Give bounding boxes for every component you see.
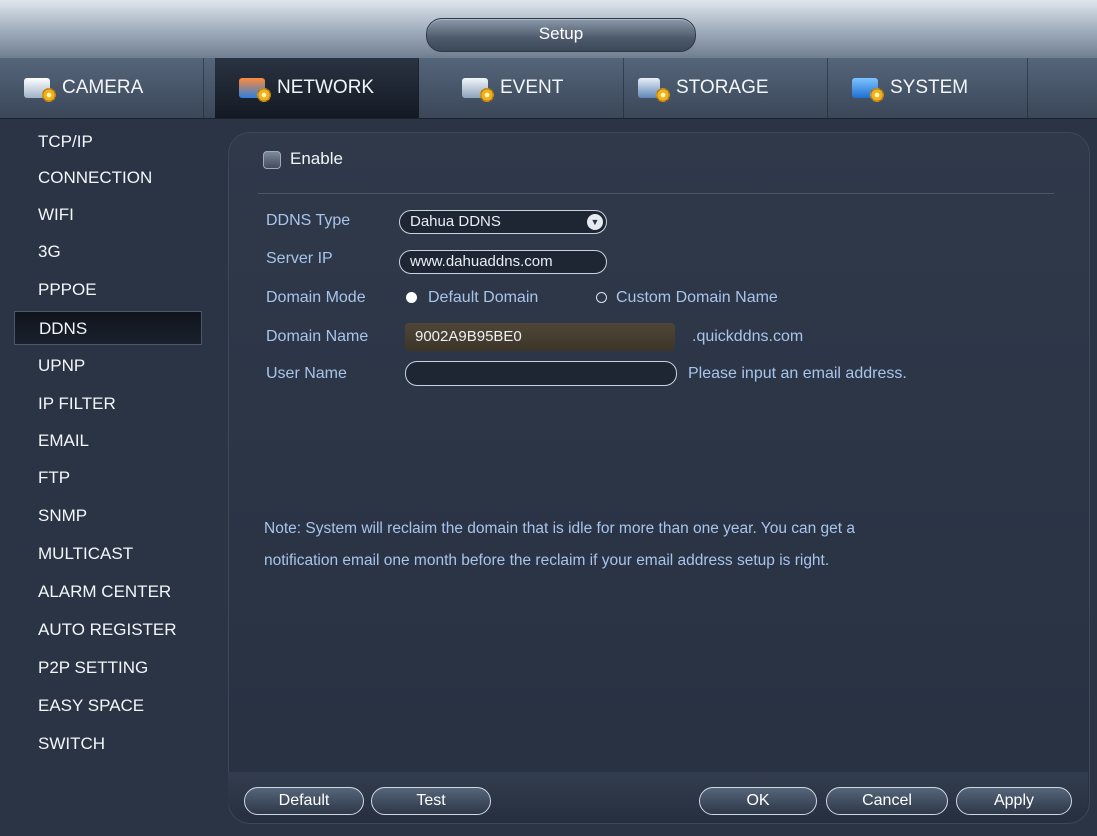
tab-system[interactable]: SYSTEM <box>828 58 1028 118</box>
title-bar: Setup <box>0 0 1097 59</box>
sidebar-item-easy-space[interactable]: EASY SPACE <box>26 689 200 723</box>
sidebar-item-ftp[interactable]: FTP <box>26 461 200 495</box>
tab-camera-label: CAMERA <box>62 77 144 98</box>
domain-suffix: .quickddns.com <box>692 328 804 345</box>
tab-camera[interactable]: CAMERA <box>0 58 204 118</box>
sidebar-item-auto-register[interactable]: AUTO REGISTER <box>26 613 200 647</box>
ok-button[interactable]: OK <box>699 787 817 815</box>
tab-network[interactable]: NETWORK <box>215 58 419 118</box>
sidebar-item-3g[interactable]: 3G <box>26 235 200 269</box>
default-button[interactable]: Default <box>244 787 364 815</box>
domain-name-field[interactable]: 9002A9B95BE0 <box>405 323 675 351</box>
sidebar-item-ddns[interactable]: DDNS <box>14 311 202 345</box>
default-domain-label: Default Domain <box>428 289 539 306</box>
sidebar-item-connection[interactable]: CONNECTION <box>26 161 200 195</box>
sidebar: TCP/IP CONNECTION WIFI 3G PPPOE DDNS UPN… <box>0 119 214 836</box>
custom-domain-radio[interactable] <box>596 292 607 303</box>
enable-label: Enable <box>290 149 343 168</box>
cancel-button[interactable]: Cancel <box>826 787 948 815</box>
network-settings-icon <box>237 74 271 102</box>
chevron-down-icon[interactable]: ▼ <box>587 214 603 230</box>
tab-event-label: EVENT <box>500 77 564 98</box>
user-name-input[interactable] <box>405 361 677 386</box>
ddns-type-label: DDNS Type <box>266 212 351 229</box>
sidebar-item-alarm-center[interactable]: ALARM CENTER <box>26 575 200 609</box>
main-tab-bar: CAMERA NETWORK EVENT STORAGE SYSTEM <box>0 58 1097 119</box>
domain-name-label: Domain Name <box>266 328 369 345</box>
ddns-type-select[interactable]: Dahua DDNS ▼ <box>399 210 607 234</box>
note-line-1: Note: System will reclaim the domain tha… <box>264 520 856 537</box>
divider <box>258 193 1054 194</box>
domain-mode-label: Domain Mode <box>266 289 366 306</box>
ddns-settings-panel <box>228 132 1090 824</box>
enable-checkbox[interactable] <box>263 151 281 169</box>
apply-button[interactable]: Apply <box>956 787 1072 815</box>
sidebar-item-upnp[interactable]: UPNP <box>26 349 200 383</box>
server-ip-input[interactable]: www.dahuaddns.com <box>399 250 607 274</box>
sidebar-item-email[interactable]: EMAIL <box>26 424 200 458</box>
tab-network-label: NETWORK <box>277 77 375 98</box>
tab-storage[interactable]: STORAGE <box>624 58 828 118</box>
window-title: Setup <box>426 18 696 52</box>
tab-event[interactable]: EVENT <box>420 58 624 118</box>
sidebar-item-switch[interactable]: SWITCH <box>26 727 200 761</box>
sidebar-item-tcpip[interactable]: TCP/IP <box>26 125 200 159</box>
sidebar-item-pppoe[interactable]: PPPOE <box>26 273 200 307</box>
sidebar-item-ip-filter[interactable]: IP FILTER <box>26 387 200 421</box>
sidebar-item-p2p-setting[interactable]: P2P SETTING <box>26 651 200 685</box>
sidebar-item-multicast[interactable]: MULTICAST <box>26 537 200 571</box>
tab-storage-label: STORAGE <box>676 77 769 98</box>
test-button[interactable]: Test <box>371 787 491 815</box>
storage-settings-icon <box>636 74 670 102</box>
custom-domain-label: Custom Domain Name <box>616 289 778 306</box>
camera-settings-icon <box>22 74 56 102</box>
sidebar-item-wifi[interactable]: WIFI <box>26 198 200 232</box>
server-ip-label: Server IP <box>266 250 333 267</box>
tab-system-label: SYSTEM <box>890 77 969 98</box>
user-name-hint: Please input an email address. <box>688 365 907 382</box>
event-settings-icon <box>460 74 494 102</box>
default-domain-radio[interactable] <box>406 292 417 303</box>
sidebar-item-snmp[interactable]: SNMP <box>26 499 200 533</box>
user-name-label: User Name <box>266 365 347 382</box>
note-line-2: notification email one month before the … <box>264 552 830 569</box>
system-settings-icon <box>850 74 884 102</box>
ddns-type-value: Dahua DDNS <box>410 213 501 230</box>
